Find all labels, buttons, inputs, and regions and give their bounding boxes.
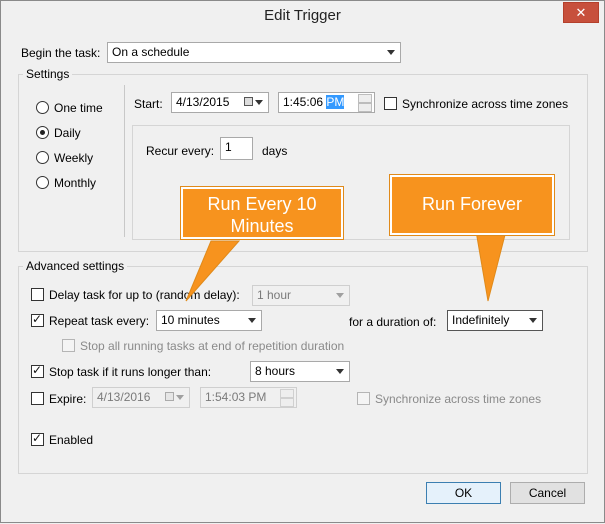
forever-callout: Run Forever: [390, 175, 554, 235]
edit-trigger-dialog: Edit Trigger ✕ Begin the task: On a sche…: [0, 0, 605, 523]
callout-pointers: [185, 230, 507, 302]
forever-callout-pointer: [475, 230, 507, 302]
repeat-callout-pointer: [185, 240, 241, 302]
repeat-callout: Run Every 10 Minutes: [181, 187, 343, 239]
